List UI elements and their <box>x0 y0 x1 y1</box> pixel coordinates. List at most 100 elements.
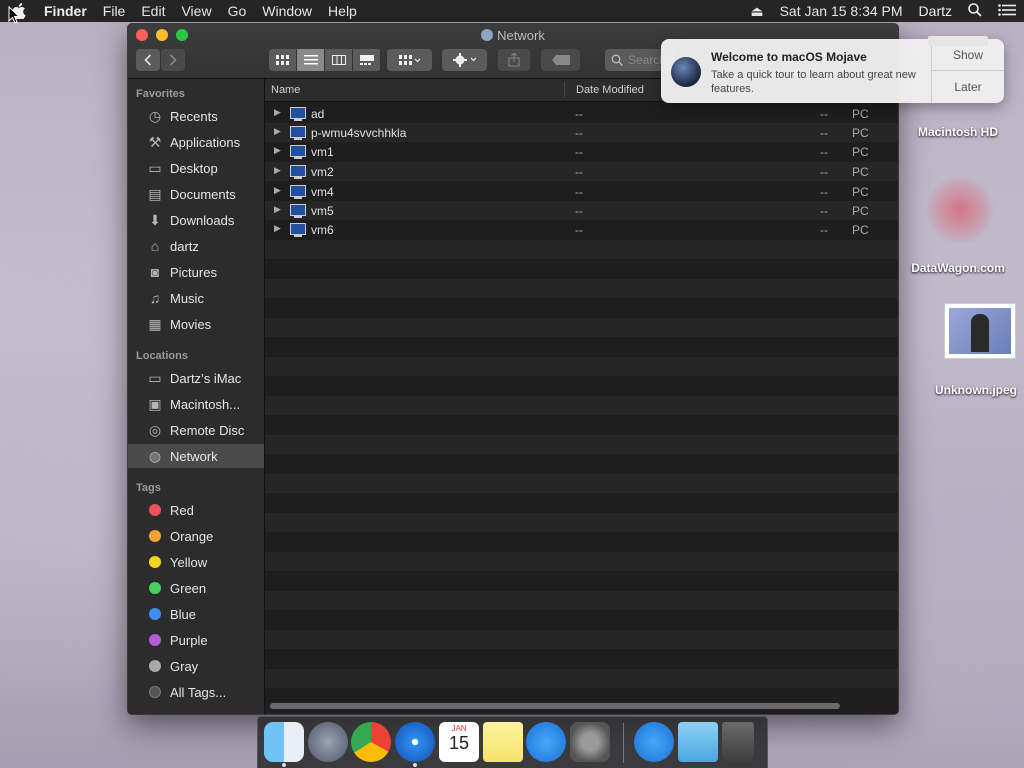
menu-user[interactable]: Dartz <box>911 3 960 19</box>
disclosure-triangle-icon[interactable]: ▶ <box>274 223 281 234</box>
column-header-date-modified[interactable]: Date Modified <box>576 84 644 96</box>
list-row[interactable]: ▶ vm2 -- -- PC <box>265 162 898 181</box>
list-row[interactable]: ▶ p-wmu4svvchhkla -- -- PC <box>265 123 898 142</box>
hard-drive-icon[interactable] <box>928 36 988 46</box>
empty-row-stripe <box>265 669 898 688</box>
sidebar-item-recents[interactable]: ◷ Recents <box>128 104 264 128</box>
edit-tags-button[interactable] <box>541 49 580 71</box>
tag-dot-icon <box>149 608 161 620</box>
empty-row-stripe <box>265 552 898 571</box>
notes-icon[interactable] <box>483 722 523 762</box>
launchpad-icon[interactable] <box>308 722 348 762</box>
column-divider[interactable] <box>564 82 565 98</box>
disk-icon: ▣ <box>148 395 162 412</box>
sidebar-tag-yellow[interactable]: Yellow <box>128 550 264 574</box>
music-icon: ♫ <box>149 290 161 306</box>
system-preferences-icon[interactable] <box>570 722 610 762</box>
clock-icon: ◷ <box>148 107 162 124</box>
sidebar-tag-gray[interactable]: Gray <box>128 654 264 678</box>
sidebar-tag-purple[interactable]: Purple <box>128 628 264 652</box>
sidebar-item-music[interactable]: ♫ Music <box>128 286 264 310</box>
tag-dot-icon <box>149 556 161 568</box>
menu-app-name[interactable]: Finder <box>36 3 95 19</box>
disclosure-triangle-icon[interactable]: ▶ <box>274 107 281 118</box>
later-button[interactable]: Later <box>932 71 1004 102</box>
sidebar-item-applications[interactable]: ⚒ Applications <box>128 130 264 154</box>
datawagon-icon[interactable] <box>925 175 995 245</box>
sidebar-item-macintosh-hd[interactable]: ▣ Macintosh... <box>128 392 264 416</box>
row-date: -- <box>575 204 583 218</box>
sidebar-all-tags[interactable]: All Tags... <box>128 680 264 704</box>
sidebar-item-network[interactable]: ◍ Network <box>128 444 264 468</box>
list-view-button[interactable] <box>297 49 325 71</box>
list-row[interactable]: ▶ vm4 -- -- PC <box>265 182 898 201</box>
chrome-icon[interactable] <box>351 722 391 762</box>
sidebar-tag-blue[interactable]: Blue <box>128 602 264 626</box>
disclosure-triangle-icon[interactable]: ▶ <box>274 126 281 137</box>
mouse-cursor-icon <box>8 6 20 24</box>
action-menu-button[interactable] <box>442 49 487 71</box>
disclosure-triangle-icon[interactable]: ▶ <box>274 204 281 215</box>
list-row[interactable]: ▶ ad -- -- PC <box>265 104 898 123</box>
eject-icon[interactable]: ⏏ <box>742 3 771 20</box>
notification-banner[interactable]: Welcome to macOS Mojave Take a quick tou… <box>661 39 1004 103</box>
column-view-button[interactable] <box>325 49 353 71</box>
row-date: -- <box>575 223 583 237</box>
group-by-button[interactable] <box>387 49 432 71</box>
menu-window[interactable]: Window <box>254 3 320 19</box>
desktop-icon-label[interactable]: Unknown.jpeg <box>928 383 1024 397</box>
macos-mojave-icon <box>671 57 701 87</box>
sidebar-item-downloads[interactable]: ⬇ Downloads <box>128 208 264 232</box>
list-row[interactable]: ▶ vm6 -- -- PC <box>265 220 898 239</box>
menu-bar: Finder File Edit View Go Window Help ⏏ S… <box>0 0 1024 22</box>
row-name: vm5 <box>311 204 334 218</box>
menu-view[interactable]: View <box>173 3 219 19</box>
app-store-icon[interactable] <box>526 722 566 762</box>
notification-center-icon[interactable] <box>990 3 1024 19</box>
app-store-folder-icon[interactable] <box>634 722 674 762</box>
row-size: -- <box>820 145 828 159</box>
disclosure-triangle-icon[interactable]: ▶ <box>274 145 281 156</box>
pc-icon <box>290 185 306 199</box>
disclosure-triangle-icon[interactable]: ▶ <box>274 165 281 176</box>
sidebar-item-home[interactable]: ⌂ dartz <box>128 234 264 258</box>
list-row[interactable]: ▶ vm5 -- -- PC <box>265 201 898 220</box>
row-name: vm6 <box>311 223 334 237</box>
trash-icon[interactable] <box>722 722 754 762</box>
horizontal-scrollbar[interactable] <box>270 703 840 709</box>
sidebar-item-desktop[interactable]: ▭ Desktop <box>128 156 264 180</box>
document-icon: ▤ <box>148 185 162 202</box>
sidebar-item-documents[interactable]: ▤ Documents <box>128 182 264 206</box>
menu-clock[interactable]: Sat Jan 15 8:34 PM <box>772 3 911 19</box>
menu-file[interactable]: File <box>95 3 134 19</box>
sidebar-tag-green[interactable]: Green <box>128 576 264 600</box>
columns-icon <box>331 55 346 65</box>
icon-view-button[interactable] <box>269 49 297 71</box>
sidebar-item-pictures[interactable]: ◙ Pictures <box>128 260 264 284</box>
sidebar-item-movies[interactable]: ▦ Movies <box>128 312 264 336</box>
applications-icon: ⚒ <box>148 133 162 150</box>
image-thumbnail-icon[interactable] <box>944 303 1016 359</box>
desktop-icon-label[interactable]: Macintosh HD <box>908 125 1008 139</box>
menu-edit[interactable]: Edit <box>133 3 173 19</box>
menu-help[interactable]: Help <box>320 3 365 19</box>
finder-icon[interactable] <box>264 722 304 762</box>
sidebar-tag-red[interactable]: Red <box>128 498 264 522</box>
sidebar-item-remote-disc[interactable]: ◎ Remote Disc <box>128 418 264 442</box>
sidebar-item-imac[interactable]: ▭ Dartz’s iMac <box>128 366 264 390</box>
forward-button[interactable] <box>161 49 185 71</box>
sidebar-tag-orange[interactable]: Orange <box>128 524 264 548</box>
gallery-icon <box>359 55 374 65</box>
share-button[interactable] <box>498 49 530 71</box>
gallery-view-button[interactable] <box>353 49 381 71</box>
disclosure-triangle-icon[interactable]: ▶ <box>274 185 281 196</box>
calendar-icon[interactable]: JAN 15 <box>439 722 479 762</box>
safari-icon[interactable] <box>395 722 435 762</box>
column-header-name[interactable]: Name <box>271 84 300 96</box>
desktop-icon-label[interactable]: DataWagon.com <box>900 261 1016 275</box>
list-row[interactable]: ▶ vm1 -- -- PC <box>265 142 898 161</box>
menu-go[interactable]: Go <box>220 3 255 19</box>
back-button[interactable] <box>136 49 160 71</box>
spotlight-search-icon[interactable] <box>960 2 990 20</box>
downloads-folder-icon[interactable] <box>678 722 718 762</box>
